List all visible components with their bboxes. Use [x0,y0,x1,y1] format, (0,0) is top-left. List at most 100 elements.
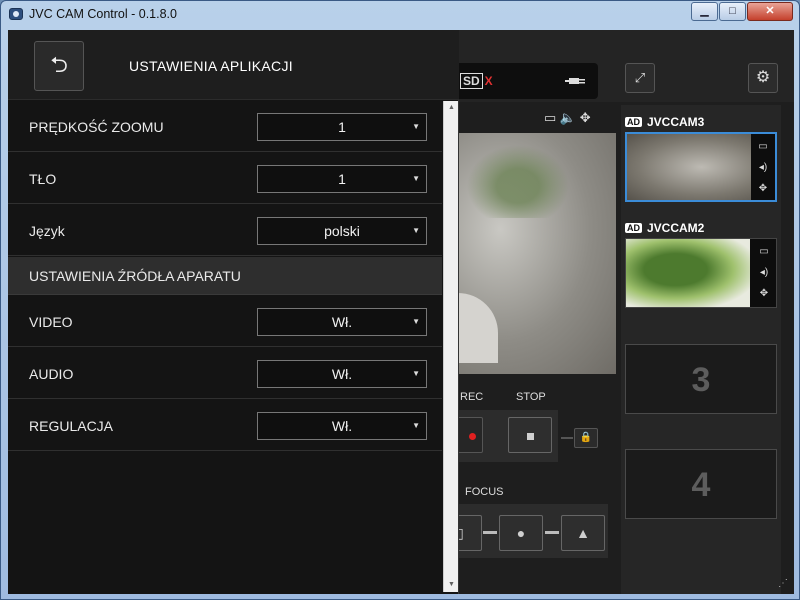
setting-label: VIDEO [29,314,73,330]
setting-row-zoom-speed: PRĘDKOŚĆ ZOOMU 1 ▼ [8,101,442,152]
gear-icon: ⚙ [755,69,771,86]
section-header-camera-source: USTAWIENIA ŹRÓDŁA APARATU [8,257,442,295]
focus-separator [483,531,497,534]
camera-label: AD JVCCAM2 [625,221,704,235]
fullscreen-button[interactable]: ⤢ [625,63,655,93]
language-dropdown[interactable]: polski ▼ [257,217,427,245]
chevron-down-icon: ▼ [412,369,420,378]
speaker-icon[interactable]: ◂) [754,262,774,283]
empty-camera-slot[interactable]: 4 [625,449,777,519]
setting-row-language: Język polski ▼ [8,205,442,256]
status-box: SD X [443,63,598,99]
speaker-icon[interactable]: ◂) [753,157,773,178]
preview-icon-bar: ▭ 🔈 ✥ [544,110,614,126]
back-button[interactable]: ⮌ [34,41,84,91]
film-icon[interactable]: ▭ [754,241,774,262]
empty-camera-slot[interactable]: 3 [625,344,777,414]
film-icon[interactable]: ▭ [753,136,773,157]
camera-tile[interactable]: ▭ ◂) ✥ [625,238,777,308]
chevron-down-icon: ▼ [412,317,420,326]
dropdown-value: Wł. [331,366,353,382]
setting-label: PRĘDKOŚĆ ZOOMU [29,119,164,135]
chevron-down-icon: ▼ [412,421,420,430]
focus-label: FOCUS [465,486,504,498]
mountain-icon: ▲ [576,525,590,541]
settings-title: USTAWIENIA APLIKACJI [129,58,293,74]
stop-button[interactable] [508,417,552,453]
settings-button[interactable]: ⚙ [748,63,778,93]
app-window: JVC CAM Control - 0.1.8.0 ▁ □ ✕ SD X ⤢ ⚙… [0,0,800,600]
focus-person-button[interactable]: ● [499,515,543,551]
move-icon[interactable]: ✥ [580,110,591,125]
audio-dropdown[interactable]: Wł. ▼ [257,360,427,388]
dropdown-value: Wł. [331,314,353,330]
dropdown-value: Wł. [331,418,353,434]
scroll-down-icon[interactable]: ▼ [444,578,459,592]
back-arrow-icon: ⮌ [50,52,68,77]
power-plug-icon [565,78,585,84]
expand-icon: ⤢ [634,70,646,85]
setting-label: AUDIO [29,366,74,382]
focus-controls: ▯ ● ▲ [438,504,608,558]
background-dropdown[interactable]: 1 ▼ [257,165,427,193]
camera-preview[interactable] [438,133,616,374]
setting-row-audio: AUDIO Wł. ▼ [8,348,442,399]
lock-icon: 🔒 [579,432,593,443]
close-button[interactable]: ✕ [747,2,793,21]
regulation-dropdown[interactable]: Wł. ▼ [257,412,427,440]
speaker-icon[interactable]: 🔈 [560,110,576,125]
setting-row-background: TŁO 1 ▼ [8,153,442,204]
setting-row-video: VIDEO Wł. ▼ [8,296,442,347]
camera-name: JVCCAM2 [647,221,705,235]
ad-badge: AD [625,117,642,127]
settings-header: ⮌ USTAWIENIA APLIKACJI [8,30,459,100]
rec-label: REC [460,391,484,403]
lock-button[interactable]: 🔒 [574,428,598,448]
chevron-down-icon: ▼ [412,122,420,131]
camera-tile-icons: ▭ ◂) ✥ [754,241,774,304]
maximize-button[interactable]: □ [719,2,746,21]
camera-thumbnail [626,239,750,307]
sd-error-mark: X [484,74,493,88]
sd-card-label: SD [460,73,483,89]
section-title: USTAWIENIA ŹRÓDŁA APARATU [29,268,241,284]
camera-thumbnail [627,134,751,200]
sd-card-status: SD X [460,73,493,89]
camera-name: JVCCAM3 [647,115,705,129]
focus-separator [545,531,559,534]
camera-tile-icons: ▭ ◂) ✥ [753,136,773,199]
title-bar[interactable]: JVC CAM Control - 0.1.8.0 ▁ □ ✕ [1,1,800,29]
setting-label: REGULACJA [29,418,114,434]
ad-badge: AD [625,223,642,233]
settings-list: PRĘDKOŚĆ ZOOMU 1 ▼ TŁO 1 ▼ Język polski … [8,101,442,591]
dropdown-value: 1 [338,171,346,187]
camera-label: AD JVCCAM3 [625,115,704,129]
focus-far-button[interactable]: ▲ [561,515,605,551]
person-icon: ● [516,525,526,541]
dropdown-value: polski [324,223,360,239]
settings-panel: ⮌ USTAWIENIA APLIKACJI PRĘDKOŚĆ ZOOMU 1 … [8,30,459,594]
camera-list: AD JVCCAM3 ▭ ◂) ✥ AD JVCCAM2 ▭ ◂) ✥ 3 4 [621,105,781,594]
setting-label: Język [29,223,65,239]
lock-connector [561,437,573,439]
camera-tile-selected[interactable]: ▭ ◂) ✥ [625,132,777,202]
move-icon[interactable]: ✥ [754,283,774,304]
zoom-speed-dropdown[interactable]: 1 ▼ [257,113,427,141]
dropdown-value: 1 [338,119,346,135]
minimize-button[interactable]: ▁ [691,2,718,21]
preview-plant [458,138,578,218]
chevron-down-icon: ▼ [412,174,420,183]
scroll-up-icon[interactable]: ▲ [444,101,459,115]
window-title: JVC CAM Control - 0.1.8.0 [29,7,177,21]
client-area: SD X ⤢ ⚙ ▭ 🔈 ✥ REC STOP 🔒 FOCUS ▯ ● ▲ AD… [8,30,794,594]
resize-grip-icon[interactable]: ⋰ [778,578,792,592]
chevron-down-icon: ▼ [412,226,420,235]
setting-label: TŁO [29,171,57,187]
film-icon[interactable]: ▭ [544,110,556,125]
stop-label: STOP [516,391,546,403]
move-icon[interactable]: ✥ [753,178,773,199]
settings-scrollbar[interactable]: ▲ ▼ [443,101,458,592]
camera-app-icon [9,8,23,20]
video-dropdown[interactable]: Wł. ▼ [257,308,427,336]
setting-row-regulation: REGULACJA Wł. ▼ [8,400,442,451]
